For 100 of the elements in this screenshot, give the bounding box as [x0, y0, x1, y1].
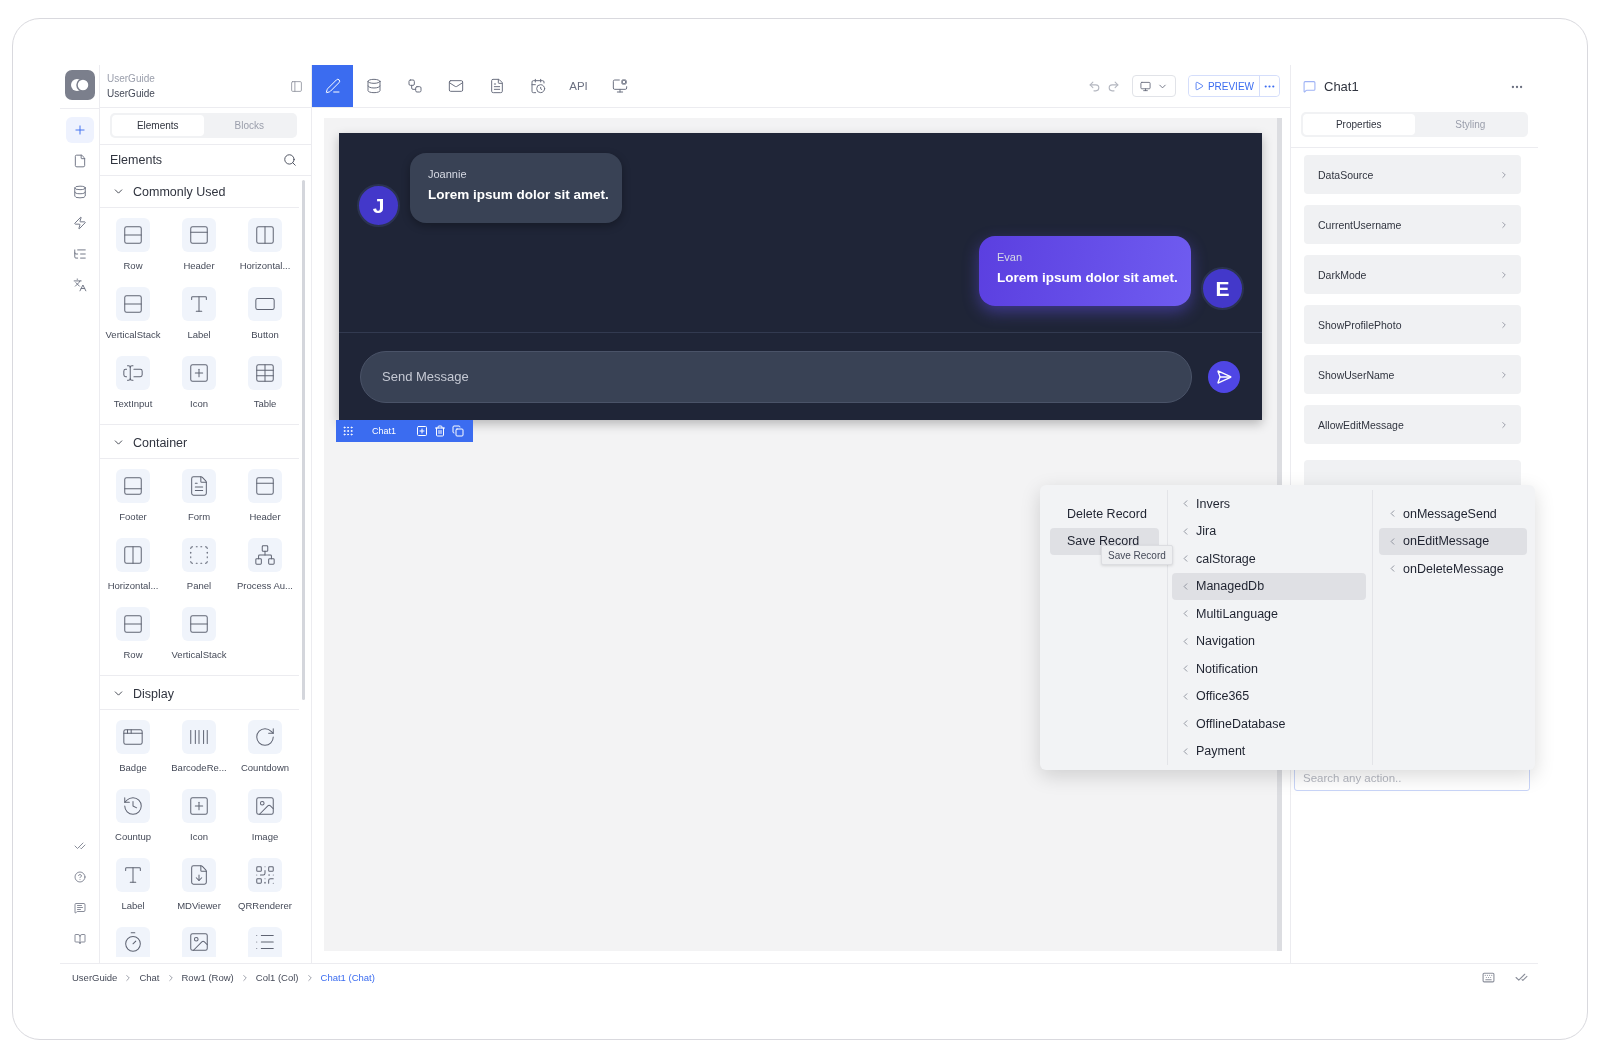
avatar: J	[357, 184, 400, 227]
element-label: Label	[121, 900, 145, 911]
element-tile[interactable]	[116, 789, 150, 823]
menu-item[interactable]: Payment	[1172, 737, 1366, 765]
property-row[interactable]: DarkMode	[1304, 255, 1521, 294]
element-tile[interactable]	[248, 287, 282, 321]
undo-button[interactable]	[1087, 79, 1101, 93]
chat-widget[interactable]: J Joannie Lorem ipsum dolor sit amet. E Evan Lorem ipsum dolor sit amet. Send Message	[339, 133, 1262, 420]
message-input[interactable]: Send Message	[360, 350, 1192, 403]
property-row[interactable]: CurrentUsername	[1304, 205, 1521, 244]
logo-icon	[69, 77, 90, 93]
element-tile[interactable]	[116, 356, 150, 390]
breadcrumb-link[interactable]: Chat	[139, 972, 160, 983]
element-label: Button	[251, 329, 279, 340]
element-tile[interactable]	[182, 538, 216, 572]
menu-item[interactable]: Invers	[1172, 490, 1366, 518]
property-row[interactable]: ShowUserName	[1304, 355, 1521, 394]
element-tile[interactable]	[248, 720, 282, 754]
breadcrumb-link[interactable]: Chat1 (Chat)	[320, 972, 375, 983]
element-tile[interactable]	[182, 720, 216, 754]
delete-icon[interactable]	[434, 425, 447, 437]
scrollbar[interactable]	[302, 180, 305, 700]
panel-tab[interactable]: Properties	[1303, 114, 1415, 135]
copy-icon[interactable]	[452, 425, 465, 437]
element-tile[interactable]	[248, 927, 282, 957]
element-tile[interactable]	[182, 858, 216, 892]
rail-button[interactable]	[65, 117, 94, 143]
element-tile[interactable]	[182, 789, 216, 823]
element-label: Table	[253, 398, 277, 409]
element-tile[interactable]	[182, 607, 216, 641]
element-label: Countdown	[240, 762, 290, 773]
logo[interactable]	[64, 70, 95, 100]
drag-handle-icon[interactable]	[342, 425, 354, 437]
play-icon	[1193, 81, 1204, 91]
collapse-panel-button[interactable]	[290, 79, 303, 93]
element-tile[interactable]	[248, 789, 282, 823]
property-row[interactable]: AllowEditMessage	[1304, 405, 1521, 444]
element-tile[interactable]	[182, 927, 216, 957]
element-tile[interactable]	[248, 218, 282, 252]
menu-item[interactable]: Office365	[1172, 682, 1366, 710]
redo-button[interactable]	[1106, 79, 1120, 93]
element-label: Icon	[190, 831, 208, 842]
element-tile[interactable]	[116, 607, 150, 641]
monitor-gear-icon	[611, 78, 628, 94]
qr-code-icon	[254, 864, 276, 886]
menu-item[interactable]: onMessageSend	[1379, 500, 1527, 528]
menu-item[interactable]: OfflineDatabase	[1172, 710, 1366, 738]
property-row[interactable]: DataSource	[1304, 155, 1521, 194]
breadcrumb-link[interactable]: UserGuide	[72, 972, 118, 983]
chat-icon	[1303, 80, 1316, 93]
flow-icon	[406, 78, 423, 94]
element-tile[interactable]	[248, 538, 282, 572]
element-label: Horizontal...	[107, 580, 159, 591]
markdown-icon	[188, 864, 210, 886]
search-button[interactable]	[283, 153, 297, 167]
more-button[interactable]	[1259, 76, 1279, 96]
chat-icon	[73, 902, 86, 914]
element-label: Header	[183, 260, 215, 271]
menu-item[interactable]: onEditMessage	[1379, 527, 1527, 555]
add-icon[interactable]	[416, 425, 429, 437]
element-tile[interactable]	[116, 858, 150, 892]
menu-item[interactable]: Notification	[1172, 655, 1366, 683]
element-tile[interactable]	[116, 538, 150, 572]
api-tab[interactable]: API	[558, 65, 599, 107]
element-tile[interactable]	[116, 720, 150, 754]
menu-item[interactable]: Delete Record	[1050, 500, 1159, 528]
device-select[interactable]	[1131, 75, 1176, 97]
process-icon	[254, 544, 276, 566]
menu-item[interactable]: MultiLanguage	[1172, 600, 1366, 628]
check-button[interactable]	[1515, 971, 1528, 984]
element-tile[interactable]	[182, 287, 216, 321]
element-tile[interactable]	[248, 469, 282, 503]
element-tile[interactable]	[182, 469, 216, 503]
element-tile[interactable]	[116, 469, 150, 503]
image-icon	[188, 931, 210, 953]
header-layout-icon	[254, 475, 276, 497]
element-tile[interactable]	[248, 858, 282, 892]
property-row[interactable]: ShowProfilePhoto	[1304, 305, 1521, 344]
toolbar-tab[interactable]	[312, 65, 353, 107]
element-tile[interactable]	[116, 287, 150, 321]
keyboard-button[interactable]	[1482, 971, 1495, 984]
form-icon	[188, 475, 210, 497]
menu-item[interactable]: calStorage	[1172, 545, 1366, 573]
image-icon	[254, 795, 276, 817]
element-tile[interactable]	[116, 218, 150, 252]
monitor-icon	[1139, 80, 1151, 92]
menu-item[interactable]: Jira	[1172, 517, 1366, 545]
element-tile[interactable]	[182, 218, 216, 252]
element-tile[interactable]	[248, 356, 282, 390]
element-tile[interactable]	[182, 356, 216, 390]
panel-tab[interactable]: Elements	[112, 115, 204, 136]
element-tile[interactable]	[116, 927, 150, 957]
send-button[interactable]	[1208, 360, 1240, 393]
menu-item[interactable]: Navigation	[1172, 627, 1366, 655]
breadcrumb-link[interactable]: Col1 (Col)	[255, 972, 299, 983]
menu-item[interactable]: ManagedDb	[1172, 572, 1366, 600]
dashed-square-icon	[188, 544, 210, 566]
menu-item[interactable]: onDeleteMessage	[1379, 555, 1527, 583]
element-label: Form	[187, 511, 211, 522]
breadcrumb-link[interactable]: Row1 (Row)	[181, 972, 234, 983]
